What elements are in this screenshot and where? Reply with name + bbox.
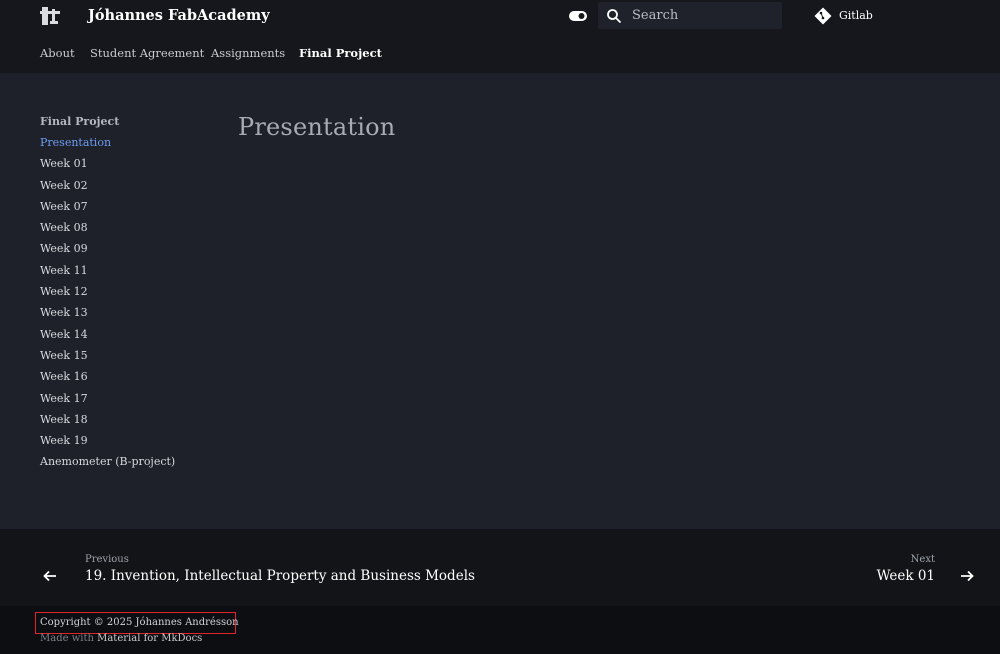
sidebar-item-week-09[interactable]: Week 09 [40, 241, 210, 262]
mkdocs-link[interactable]: Material for MkDocs [97, 633, 202, 644]
sidebar-item-week-19[interactable]: Week 19 [40, 433, 210, 454]
tab-final-project[interactable]: Final Project [299, 46, 382, 60]
sidebar-item-week-01[interactable]: Week 01 [40, 156, 210, 177]
search-icon [607, 9, 622, 24]
next-page-link[interactable]: Next Week 01 [867, 551, 977, 591]
previous-page-link[interactable]: Previous 19. Invention, Intellectual Pro… [40, 551, 500, 591]
previous-title: 19. Invention, Intellectual Property and… [85, 568, 475, 584]
footer-meta: Copyright © 2025 Jóhannes Andrésson Made… [0, 606, 1000, 654]
next-label: Next [910, 554, 935, 565]
theme-toggle-icon[interactable] [569, 11, 587, 21]
site-title[interactable]: Jóhannes FabAcademy [88, 7, 270, 24]
arrow-left-icon [43, 570, 56, 582]
sidebar-item-presentation[interactable]: Presentation [40, 135, 210, 156]
sidebar-nav: Final Project Presentation Week 01 Week … [40, 114, 210, 476]
tab-student-agreement[interactable]: Student Agreement [90, 46, 204, 60]
logo-icon[interactable] [40, 5, 60, 27]
sidebar-item-week-18[interactable]: Week 18 [40, 412, 210, 433]
sidebar-item-week-07[interactable]: Week 07 [40, 199, 210, 220]
git-icon [814, 7, 832, 25]
arrow-right-icon [961, 570, 974, 582]
tab-about[interactable]: About [40, 46, 75, 60]
tab-assignments[interactable]: Assignments [211, 46, 285, 60]
sidebar-item-week-11[interactable]: Week 11 [40, 263, 210, 284]
made-with-text: Made with Material for MkDocs [40, 633, 202, 644]
search-placeholder: Search [632, 8, 679, 23]
sidebar-item-week-02[interactable]: Week 02 [40, 178, 210, 199]
sidebar-item-week-08[interactable]: Week 08 [40, 220, 210, 241]
footer-navigation: Previous 19. Invention, Intellectual Pro… [0, 529, 1000, 606]
sidebar-item-week-16[interactable]: Week 16 [40, 369, 210, 390]
page-title: Presentation [238, 113, 396, 141]
next-title: Week 01 [876, 568, 935, 584]
sidebar-item-week-14[interactable]: Week 14 [40, 327, 210, 348]
made-with-prefix: Made with [40, 633, 94, 644]
sidebar-item-week-13[interactable]: Week 13 [40, 305, 210, 326]
repo-label: Gitlab [839, 9, 873, 22]
sidebar-item-week-12[interactable]: Week 12 [40, 284, 210, 305]
site-header: Jóhannes FabAcademy Search Gitlab About … [0, 0, 1000, 73]
sidebar-item-anemometer[interactable]: Anemometer (B-project) [40, 454, 210, 475]
copyright-text: Copyright © 2025 Jóhannes Andrésson [40, 617, 239, 628]
previous-label: Previous [85, 554, 129, 565]
search-input[interactable]: Search [598, 2, 782, 29]
sidebar-item-week-15[interactable]: Week 15 [40, 348, 210, 369]
sidebar-title: Final Project [40, 115, 120, 128]
sidebar-item-week-17[interactable]: Week 17 [40, 391, 210, 412]
